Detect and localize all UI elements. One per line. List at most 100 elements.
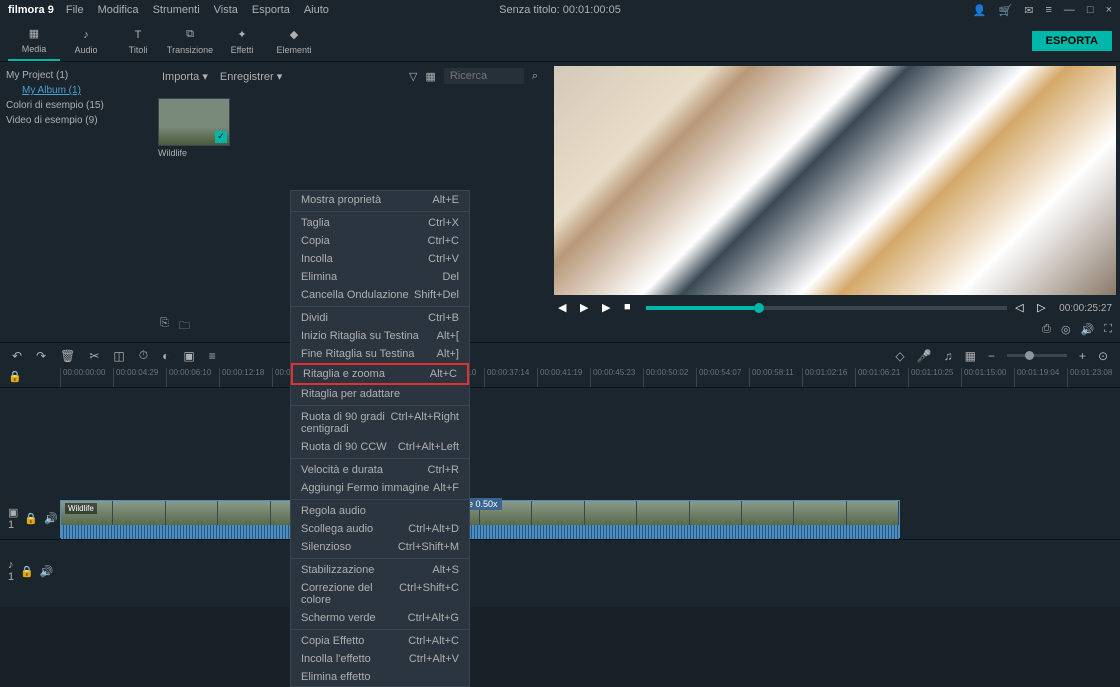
zoom-fit-icon[interactable]: ⊙ bbox=[1098, 349, 1108, 363]
ctx-ritaglia-per-adattare[interactable]: Ritaglia per adattare bbox=[291, 385, 469, 403]
ctx-ruota-di-gradi-centigradi[interactable]: Ruota di 90 gradi centigradiCtrl+Alt+Rig… bbox=[291, 408, 469, 438]
ctx-fine-ritaglia-su-testina[interactable]: Fine Ritaglia su TestinaAlt+] bbox=[291, 345, 469, 363]
media-thumb[interactable]: Wildlife bbox=[158, 98, 230, 158]
record-dropdown[interactable]: Enregistrer ▾ bbox=[220, 70, 282, 83]
menu-help[interactable]: Aiuto bbox=[304, 4, 329, 16]
crop-icon[interactable]: ◫ bbox=[113, 349, 124, 363]
sidebar-album[interactable]: My Album (1) bbox=[6, 83, 144, 98]
fullscreen-icon[interactable]: ⛶ bbox=[1104, 323, 1112, 336]
split-icon[interactable]: ✂ bbox=[89, 349, 99, 363]
mixer-icon[interactable]: ♫ bbox=[944, 349, 953, 363]
ctx-elimina[interactable]: EliminaDel bbox=[291, 268, 469, 286]
message-icon[interactable]: ✉ bbox=[1024, 4, 1033, 17]
menu-export[interactable]: Esporta bbox=[252, 4, 290, 16]
mark-in-icon[interactable]: ◁ bbox=[1015, 301, 1029, 315]
tab-titles[interactable]: TTitoli bbox=[112, 21, 164, 61]
ctx-cancella-ondulazione[interactable]: Cancella OndulazioneShift+Del bbox=[291, 286, 469, 304]
ctx-stabilizzazione[interactable]: StabilizzazioneAlt+S bbox=[291, 561, 469, 579]
seek-bar[interactable] bbox=[646, 306, 1007, 310]
menu-tools[interactable]: Strumenti bbox=[153, 4, 200, 16]
audio-lock-icon[interactable]: 🔒 bbox=[20, 565, 34, 578]
preview-video[interactable] bbox=[554, 66, 1116, 295]
ctx-regola-audio[interactable]: Regola audio bbox=[291, 502, 469, 520]
undo-icon[interactable]: ↶ bbox=[12, 349, 22, 363]
ctx-incolla-l-effetto[interactable]: Incolla l'effettoCtrl+Alt+V bbox=[291, 650, 469, 668]
zoom-slider[interactable] bbox=[1007, 354, 1067, 357]
tab-transition[interactable]: ⧉Transizione bbox=[164, 21, 216, 61]
ctx-velocit-e-durata[interactable]: Velocità e durataCtrl+R bbox=[291, 461, 469, 479]
video-track: ▣ 1 🔒 🔊 Wildlife bbox=[0, 498, 1120, 540]
tab-effects[interactable]: ✦Effetti bbox=[216, 21, 268, 61]
volume-icon[interactable]: 🔊 bbox=[1081, 323, 1095, 336]
sidebar-videos[interactable]: Video di esempio (9) bbox=[6, 113, 144, 128]
search-input[interactable] bbox=[444, 68, 524, 84]
sidebar-colors[interactable]: Colori di esempio (15) bbox=[6, 98, 144, 113]
maximize-icon[interactable]: □ bbox=[1087, 4, 1094, 17]
ctx-ritaglia-e-zooma[interactable]: Ritaglia e zoomaAlt+C bbox=[291, 363, 469, 385]
prev-frame-icon[interactable]: ◀ bbox=[558, 301, 572, 315]
cart-icon[interactable]: 🛒 bbox=[999, 4, 1013, 17]
redo-icon[interactable]: ↷ bbox=[36, 349, 46, 363]
window-title: Senza titolo: 00:01:00:05 bbox=[499, 4, 621, 16]
preview-timecode: 00:00:25:27 bbox=[1059, 303, 1112, 314]
ctx-taglia[interactable]: TagliaCtrl+X bbox=[291, 214, 469, 232]
close-icon[interactable]: × bbox=[1106, 4, 1112, 17]
ctx-correzione-del-colore[interactable]: Correzione del coloreCtrl+Shift+C bbox=[291, 579, 469, 609]
snapshot-icon[interactable]: ⎙ bbox=[1042, 323, 1051, 336]
ctx-aggiungi-fermo-immagine[interactable]: Aggiungi Fermo immagineAlt+F bbox=[291, 479, 469, 497]
marker-icon[interactable]: ◇ bbox=[895, 349, 904, 363]
ctx-schermo-verde[interactable]: Schermo verdeCtrl+Alt+G bbox=[291, 609, 469, 627]
minimize-icon[interactable]: — bbox=[1064, 4, 1075, 17]
audio-mute-icon[interactable]: 🔊 bbox=[40, 565, 54, 578]
greenscreen-icon[interactable]: ▣ bbox=[183, 349, 194, 363]
filter-icon[interactable]: ▽ bbox=[409, 70, 417, 83]
ruler[interactable]: 🔒 00:00:00:0000:00:04:2900:00:06:1000:00… bbox=[0, 368, 1120, 388]
import-dropdown[interactable]: Importa ▾ bbox=[162, 70, 208, 83]
tab-audio[interactable]: ♪Audio bbox=[60, 21, 112, 61]
user-icon[interactable]: 👤 bbox=[973, 4, 987, 17]
ctx-ruota-di-ccw[interactable]: Ruota di 90 CCWCtrl+Alt+Left bbox=[291, 438, 469, 456]
grid-icon[interactable]: ▦ bbox=[425, 70, 435, 83]
track-lock-icon[interactable]: 🔒 bbox=[24, 512, 38, 525]
folder-icon[interactable]: 🗀 bbox=[179, 317, 190, 336]
adjust-icon[interactable]: ≡ bbox=[209, 349, 216, 363]
ctx-silenzioso[interactable]: SilenziosoCtrl+Shift+M bbox=[291, 538, 469, 556]
mark-out-icon[interactable]: ▷ bbox=[1037, 301, 1051, 315]
ctx-copia[interactable]: CopiaCtrl+C bbox=[291, 232, 469, 250]
search-icon[interactable]: ⌕ bbox=[532, 70, 538, 83]
track-mute-icon[interactable]: 🔊 bbox=[44, 512, 58, 525]
ctx-elimina-effetto[interactable]: Elimina effetto bbox=[291, 668, 469, 686]
zoom-out-icon[interactable]: − bbox=[988, 349, 995, 363]
export-button[interactable]: ESPORTA bbox=[1032, 31, 1112, 51]
menu-edit[interactable]: Modifica bbox=[98, 4, 139, 16]
tab-elements[interactable]: ◆Elementi bbox=[268, 21, 320, 61]
play-icon[interactable]: ▶ bbox=[580, 301, 594, 315]
sidebar-project[interactable]: My Project (1) bbox=[6, 68, 144, 83]
settings-icon[interactable]: ≡ bbox=[1045, 4, 1051, 17]
ctx-copia-effetto[interactable]: Copia EffettoCtrl+Alt+C bbox=[291, 632, 469, 650]
mic-icon[interactable]: 🎤 bbox=[917, 349, 932, 363]
zoom-in-icon[interactable]: + bbox=[1079, 349, 1086, 363]
track-visibility-icon[interactable]: ▣ 1 bbox=[8, 506, 18, 531]
stop-icon[interactable]: ■ bbox=[624, 301, 638, 315]
lock-icon[interactable]: 🔒 bbox=[8, 370, 22, 383]
speed-icon[interactable]: ⏱ bbox=[139, 348, 148, 363]
next-frame-icon[interactable]: ▶ bbox=[602, 301, 616, 315]
ctx-dividi[interactable]: DividiCtrl+B bbox=[291, 309, 469, 327]
tab-media[interactable]: ▦Media bbox=[8, 21, 60, 61]
delete-icon[interactable]: 🗑 bbox=[60, 349, 75, 363]
ctx-scollega-audio[interactable]: Scollega audioCtrl+Alt+D bbox=[291, 520, 469, 538]
context-menu: Mostra proprietàAlt+E TagliaCtrl+XCopiaCt… bbox=[290, 190, 470, 687]
ctx-mostra-propriet-[interactable]: Mostra proprietàAlt+E bbox=[291, 191, 469, 209]
ruler-tick: 00:01:15:00 bbox=[961, 368, 1014, 387]
ruler-tick: 00:01:10:25 bbox=[908, 368, 961, 387]
folder-out-icon[interactable]: ⎘ bbox=[160, 317, 169, 336]
ctx-inizio-ritaglia-su-testina[interactable]: Inizio Ritaglia su TestinaAlt+[ bbox=[291, 327, 469, 345]
menu-file[interactable]: File bbox=[66, 4, 84, 16]
ctx-incolla[interactable]: IncollaCtrl+V bbox=[291, 250, 469, 268]
render-icon[interactable]: ▦ bbox=[965, 349, 976, 363]
menu-view[interactable]: Vista bbox=[214, 4, 238, 16]
color-icon[interactable]: ◐ bbox=[162, 349, 169, 363]
quality-icon[interactable]: ◎ bbox=[1061, 323, 1071, 336]
ruler-tick: 00:01:19:04 bbox=[1014, 368, 1067, 387]
